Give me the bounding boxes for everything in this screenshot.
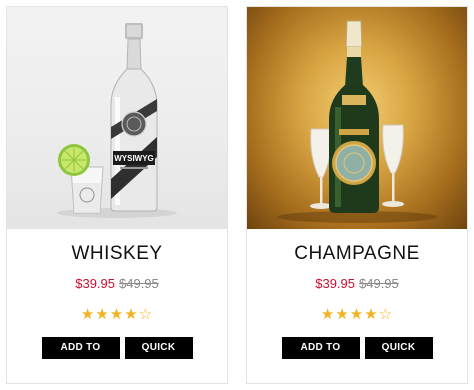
quick-view-button[interactable]: QUICK VIEW [364,337,433,375]
add-to-cart-button[interactable]: ADD TO CART [41,337,120,375]
star-full-icon: ★ [80,305,96,323]
product-actions: ADD TO CART QUICK VIEW [7,337,227,375]
sale-price: $39.95 [75,276,115,291]
whiskey-bottle-illustration: WYSIWYG [57,23,177,218]
quick-view-button[interactable]: QUICK VIEW [124,337,193,375]
add-to-cart-button[interactable]: ADD TO CART [281,337,360,375]
old-price: $49.95 [359,276,399,291]
product-card-whiskey[interactable]: WYSIWYG WHISKEY $39.95 $49.95 ★★★★☆ ADD T… [6,6,228,384]
old-price: $49.95 [119,276,159,291]
star-empty-icon: ☆ [138,305,154,323]
star-full-icon: ★ [95,305,110,323]
star-rating: ★★★★☆ [247,305,467,323]
star-full-icon: ★ [364,305,379,323]
star-full-icon: ★ [335,305,350,323]
price-row: $39.95 $49.95 [7,276,227,291]
sale-price: $39.95 [315,276,355,291]
product-image-whiskey[interactable]: WYSIWYG [7,7,227,229]
product-card-champagne[interactable]: CHAMPAGNE $39.95 $49.95 ★★★★☆ ADD TO CART… [246,6,468,384]
price-row: $39.95 $49.95 [247,276,467,291]
star-empty-icon: ☆ [378,305,394,323]
star-full-icon: ★ [124,305,139,323]
product-actions: ADD TO CART QUICK VIEW [247,337,467,375]
bottle-label-text: WYSIWYG [114,154,154,163]
product-title[interactable]: CHAMPAGNE [247,243,467,265]
product-image-champagne[interactable] [247,7,467,229]
star-full-icon: ★ [320,305,336,323]
champagne-bottle-illustration [277,20,437,223]
product-title[interactable]: WHISKEY [7,243,227,265]
star-full-icon: ★ [109,305,125,323]
star-rating: ★★★★☆ [7,305,227,323]
star-full-icon: ★ [349,305,365,323]
